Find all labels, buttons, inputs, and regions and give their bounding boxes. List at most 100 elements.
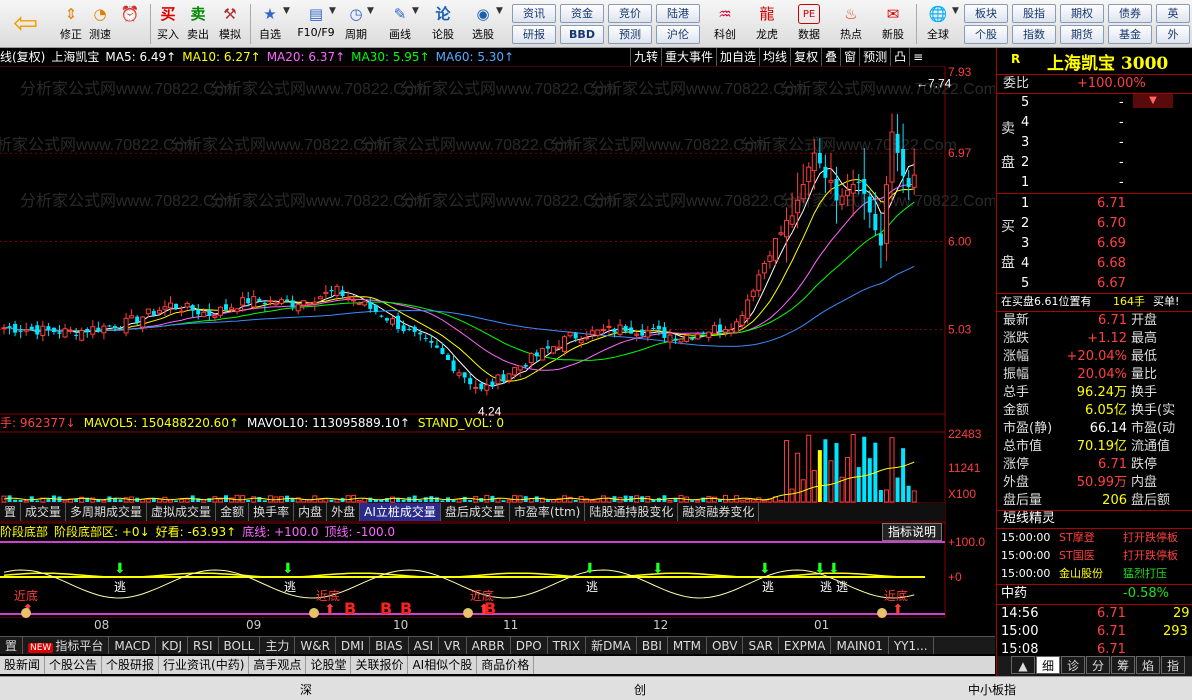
forecast-tool-button[interactable]: 预测 <box>859 48 890 66</box>
tab-mtm[interactable]: MTM <box>668 637 707 654</box>
nine-turn-button[interactable]: 九转 <box>630 48 661 66</box>
back-button[interactable]: ⇦ <box>4 2 44 46</box>
single-stock-button[interactable]: 个股 <box>964 25 1008 44</box>
tab-amount[interactable]: 金额 <box>216 503 250 521</box>
new-stock-button[interactable]: ✉ 新股 <box>874 2 912 46</box>
tab-after-hours-volume[interactable]: 盘后成交量 <box>441 503 510 521</box>
tab-hk-holding-change[interactable]: 陆股通持股变化 <box>585 503 679 521</box>
bbd-button[interactable]: BBD <box>560 25 604 44</box>
tab-dpo[interactable]: DPO <box>511 637 548 654</box>
tab-detail[interactable]: 细 <box>1036 656 1060 674</box>
tab-trix[interactable]: TRIX <box>548 637 587 654</box>
favorites-button[interactable]: ★ 自选 <box>254 2 286 46</box>
chevron-down-icon[interactable]: ▼ <box>952 6 959 16</box>
window-button[interactable]: 窗 <box>840 48 859 66</box>
hk-connect-button[interactable]: 陆港 <box>656 4 700 23</box>
tab-macd[interactable]: MACD <box>109 637 157 654</box>
tab-main01[interactable]: MAIN01 <box>831 637 889 654</box>
tab-chips[interactable]: 筹 <box>1111 656 1135 674</box>
tab-pe-ttm[interactable]: 市盈率(ttm) <box>510 503 586 521</box>
tab-outer[interactable]: 外盘 <box>327 503 361 521</box>
shenzhen-index-label[interactable]: 深 <box>300 681 312 698</box>
tab-announcements[interactable]: 个股公告 <box>45 656 103 674</box>
tab-minute[interactable]: 分 <box>1086 656 1110 674</box>
fund-button[interactable]: 基金 <box>1108 25 1152 44</box>
short-line-item[interactable]: 15:00:00 金山股份 猛烈打压 <box>997 565 1192 583</box>
tab-commodity-prices[interactable]: 商品价格 <box>477 656 535 674</box>
chevron-down-icon[interactable]: ▼ <box>283 6 290 16</box>
tab-volume[interactable]: 成交量 <box>21 503 67 521</box>
tab-expma[interactable]: EXPMA <box>779 637 832 654</box>
tab-sar[interactable]: SAR <box>743 637 779 654</box>
simulate-button[interactable]: ⚒ 模拟 <box>214 2 246 46</box>
star-market-button[interactable]: ♒ 科创 <box>706 2 744 46</box>
lock-icon[interactable]: 凸 <box>890 48 909 66</box>
tab-main-force[interactable]: 主力 <box>260 637 296 654</box>
ma-button[interactable]: 均线 <box>759 48 790 66</box>
tab-industry-news[interactable]: 行业资讯(中药) <box>159 656 250 674</box>
tab-inner[interactable]: 内盘 <box>294 503 328 521</box>
tab-index[interactable]: 指 <box>1161 656 1185 674</box>
sell-button[interactable]: 卖 卖出 <box>184 2 212 46</box>
tab-flame[interactable]: 焰 <box>1136 656 1160 674</box>
sector-button[interactable]: 板块 <box>964 4 1008 23</box>
sector-row[interactable]: 中药 -0.58% <box>997 585 1192 603</box>
tab-margin-change[interactable]: 融资融券变化 <box>678 503 760 521</box>
tab-asi[interactable]: ASI <box>409 637 440 654</box>
tab-arbr[interactable]: ARBR <box>467 637 511 654</box>
tab-indicator-platform[interactable]: NEW 指标平台 <box>23 637 110 654</box>
stock-picker-button[interactable]: ◉ 选股 <box>466 2 500 46</box>
short-line-item[interactable]: 15:00:00 ST摩登 打开跌停板 <box>997 529 1192 547</box>
tab-multi-period-volume[interactable]: 多周期成交量 <box>66 503 148 521</box>
auction-button[interactable]: 竞价 <box>608 4 652 23</box>
dragon-tiger-button[interactable]: 龍 龙虎 <box>748 2 786 46</box>
data-button[interactable]: PE 数据 <box>790 2 828 46</box>
tab-kdj[interactable]: KDJ <box>156 637 188 654</box>
options-button[interactable]: 期权 <box>1060 4 1104 23</box>
tab-turnover[interactable]: 换手率 <box>249 503 295 521</box>
forex-button[interactable]: 外 <box>1156 25 1190 44</box>
news-button[interactable]: 资讯 <box>512 4 556 23</box>
menu-icon[interactable]: ≡ <box>909 48 926 66</box>
tab-diagnose[interactable]: 诊 <box>1061 656 1085 674</box>
hotspot-button[interactable]: ♨ 热点 <box>832 2 870 46</box>
tab-related-quotes[interactable]: 关联报价 <box>351 656 409 674</box>
indicator-help-button[interactable]: 指标说明 <box>882 523 942 541</box>
short-line-item[interactable]: 15:00:00 ST国医 打开跌停板 <box>997 547 1192 565</box>
chinext-index-label[interactable]: 创 <box>634 681 646 698</box>
tab-bbi[interactable]: BBI <box>637 637 668 654</box>
speedtest-button[interactable]: ◔ 测速 <box>86 2 114 46</box>
tab-expert-views[interactable]: 高手观点 <box>249 656 307 674</box>
futures-button[interactable]: 期货 <box>1060 25 1104 44</box>
tab-vr[interactable]: VR <box>439 637 467 654</box>
index-button[interactable]: 指数 <box>1012 25 1056 44</box>
research-button[interactable]: 研报 <box>512 25 556 44</box>
add-favorite-button[interactable]: 加自选 <box>716 48 759 66</box>
shanghai-london-button[interactable]: 沪伦 <box>656 25 700 44</box>
tab-yy1[interactable]: YY1... <box>889 637 934 654</box>
chevron-down-icon[interactable]: ▼ <box>496 6 503 16</box>
tab-bias[interactable]: BIAS <box>370 637 409 654</box>
bond-button[interactable]: 债券 <box>1108 4 1152 23</box>
tab-ai-volume[interactable]: AI立桩成交量 <box>360 503 441 521</box>
capital-button[interactable]: 资金 <box>560 4 604 23</box>
tab-ai-similar[interactable]: AI相似个股 <box>408 656 478 674</box>
sme-index-label[interactable]: 中小板指 <box>968 681 1016 698</box>
english-button[interactable]: 英 <box>1156 4 1190 23</box>
tab-settings[interactable]: 置 <box>0 637 24 654</box>
tab-settings[interactable]: 置 <box>0 503 22 521</box>
chevron-down-icon[interactable]: ▼ <box>367 6 374 16</box>
tab-boll[interactable]: BOLL <box>219 637 261 654</box>
chevron-down-icon[interactable]: ▼ <box>329 6 336 16</box>
tab-dmi[interactable]: DMI <box>336 637 371 654</box>
global-button[interactable]: 🌐 全球 <box>920 2 956 46</box>
tab-forum[interactable]: 论股堂 <box>306 656 352 674</box>
tab-research[interactable]: 个股研报 <box>102 656 160 674</box>
tab-obv[interactable]: OBV <box>707 637 744 654</box>
tab-new-dma[interactable]: 新DMA <box>586 637 637 654</box>
forecast-button[interactable]: 预测 <box>608 25 652 44</box>
alarm-button[interactable]: ⏰ <box>114 2 146 46</box>
major-events-button[interactable]: 重大事件 <box>661 48 716 66</box>
tab-rsi[interactable]: RSI <box>188 637 219 654</box>
adjust-button[interactable]: 复权 <box>790 48 821 66</box>
